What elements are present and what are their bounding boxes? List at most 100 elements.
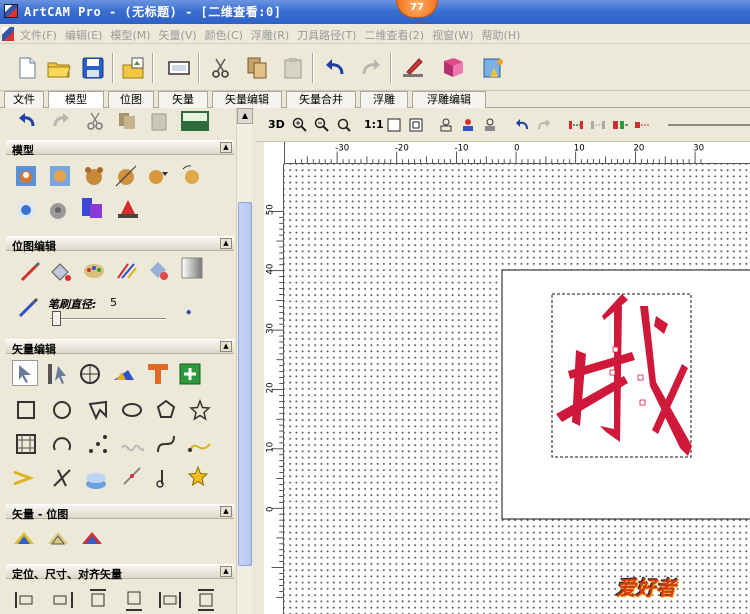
view-3d-button[interactable]: 3D bbox=[268, 118, 285, 131]
star-icon[interactable] bbox=[188, 398, 212, 422]
section-bitmap-edit[interactable]: 位图编辑 ▲ bbox=[6, 236, 234, 253]
node-snap-icon[interactable] bbox=[568, 117, 584, 133]
weave-icon[interactable] bbox=[14, 432, 38, 456]
redo-icon[interactable] bbox=[358, 55, 384, 81]
wizard-icon[interactable] bbox=[480, 55, 506, 81]
undo-icon[interactable] bbox=[16, 110, 38, 132]
tab-vector[interactable]: 矢量 bbox=[158, 91, 208, 108]
node-edit-icon[interactable] bbox=[46, 362, 70, 386]
select-arrow-icon[interactable] bbox=[12, 360, 38, 386]
cut-icon[interactable] bbox=[84, 110, 106, 132]
relief-from-image-icon[interactable] bbox=[14, 164, 38, 188]
trim-icon[interactable] bbox=[50, 466, 74, 490]
polygon-icon[interactable] bbox=[154, 398, 178, 422]
draw-pen-icon[interactable] bbox=[400, 55, 426, 81]
tab-bitmap[interactable]: 位图 bbox=[108, 91, 154, 108]
guide-snap-icon[interactable] bbox=[612, 117, 628, 133]
new-file-icon[interactable] bbox=[14, 55, 40, 81]
spline-icon[interactable] bbox=[188, 432, 212, 456]
save-icon[interactable] bbox=[80, 55, 106, 81]
relief-bitmap-icon[interactable] bbox=[48, 164, 72, 188]
panel-scrollbar[interactable]: ▲ bbox=[236, 108, 253, 614]
color-blocks-icon[interactable] bbox=[80, 196, 104, 220]
rectangle-icon[interactable] bbox=[14, 398, 38, 422]
align-top-icon[interactable] bbox=[86, 588, 110, 612]
zoom-out-icon[interactable] bbox=[314, 117, 330, 133]
scroll-up-icon[interactable]: ▲ bbox=[237, 108, 253, 124]
paste-icon[interactable] bbox=[148, 110, 170, 132]
bear-shift-icon[interactable] bbox=[146, 164, 170, 188]
section-model[interactable]: 模型 ▲ bbox=[6, 140, 234, 157]
copy-icon[interactable] bbox=[116, 110, 138, 132]
frame-select-icon[interactable] bbox=[166, 55, 192, 81]
undo-icon[interactable] bbox=[322, 55, 348, 81]
vector-to-bitmap-icon[interactable] bbox=[46, 526, 70, 550]
wave-icon[interactable] bbox=[120, 434, 144, 458]
centre-snap-icon[interactable] bbox=[634, 117, 650, 133]
bear-gray-icon[interactable] bbox=[46, 198, 70, 222]
bear-scale-icon[interactable] bbox=[114, 164, 138, 188]
align-left-icon[interactable] bbox=[14, 588, 38, 612]
bitmap-to-vector-icon[interactable] bbox=[12, 526, 36, 550]
section-position-size-align[interactable]: 定位、尺寸、对齐矢量 ▲ bbox=[6, 564, 234, 581]
cross-section-icon[interactable] bbox=[116, 196, 140, 220]
multi-brush-icon[interactable] bbox=[114, 258, 138, 282]
collapse-icon[interactable]: ▲ bbox=[220, 142, 232, 153]
align-bottom-icon[interactable] bbox=[122, 588, 146, 612]
bear-model-icon[interactable] bbox=[82, 164, 106, 188]
menu-window[interactable]: 视窗(W) bbox=[430, 26, 479, 44]
zoom-box-icon[interactable] bbox=[386, 117, 402, 133]
gradient-icon[interactable] bbox=[180, 256, 204, 280]
section-vector-bitmap[interactable]: 矢量 - 位图 ▲ bbox=[6, 504, 234, 521]
layer-toggle-icon[interactable] bbox=[438, 117, 454, 133]
view-slider-track[interactable] bbox=[668, 124, 750, 126]
star-sparkle-icon[interactable] bbox=[186, 464, 210, 488]
menu-model[interactable]: 模型(M) bbox=[108, 26, 156, 44]
center-horizontal-icon[interactable] bbox=[158, 588, 182, 612]
import-image-icon[interactable] bbox=[120, 55, 146, 81]
cut-icon[interactable] bbox=[208, 55, 234, 81]
bear-rotate-icon[interactable] bbox=[180, 164, 204, 188]
bitmap-outline-icon[interactable] bbox=[80, 526, 104, 550]
collapse-icon[interactable]: ▲ bbox=[220, 506, 232, 517]
tab-vector-edit[interactable]: 矢量编辑 bbox=[212, 91, 282, 108]
color-palette-icon[interactable] bbox=[82, 258, 106, 282]
tab-file[interactable]: 文件 bbox=[4, 91, 44, 108]
relief-center-icon[interactable] bbox=[14, 198, 38, 222]
drawing-canvas[interactable] bbox=[284, 164, 750, 614]
copy-icon[interactable] bbox=[244, 55, 270, 81]
color-layer-icon[interactable] bbox=[460, 117, 476, 133]
menu-vector[interactable]: 矢量(V) bbox=[157, 26, 203, 44]
menu-relief[interactable]: 浮雕(R) bbox=[249, 26, 295, 44]
brush-diameter-slider[interactable] bbox=[50, 318, 166, 320]
transform-icon[interactable] bbox=[78, 362, 102, 386]
menu-2d-view[interactable]: 二维查看(2) bbox=[362, 26, 430, 44]
zoom-extents-icon[interactable] bbox=[408, 117, 424, 133]
add-vector-icon[interactable] bbox=[178, 362, 202, 386]
view-undo-icon[interactable] bbox=[514, 117, 530, 133]
collapse-icon[interactable]: ▲ bbox=[220, 238, 232, 249]
book-icon[interactable] bbox=[440, 55, 466, 81]
redo-icon[interactable] bbox=[50, 110, 72, 132]
tab-model[interactable]: 模型 bbox=[48, 91, 104, 108]
scrollbar-thumb[interactable] bbox=[238, 202, 252, 566]
bitmap-layer-icon[interactable] bbox=[482, 117, 498, 133]
ellipse-icon[interactable] bbox=[120, 398, 144, 422]
paste-icon[interactable] bbox=[280, 55, 306, 81]
fill-bucket-icon[interactable] bbox=[48, 260, 72, 284]
paint-brush-icon[interactable] bbox=[18, 260, 42, 284]
grid-snap-icon[interactable] bbox=[590, 117, 606, 133]
vector-bitmap-icon[interactable] bbox=[112, 362, 136, 386]
text-tool-icon[interactable] bbox=[146, 362, 170, 386]
tab-vector-merge[interactable]: 矢量合并 bbox=[286, 91, 356, 108]
menu-app-icon[interactable] bbox=[2, 27, 14, 41]
collapse-icon[interactable]: ▲ bbox=[220, 566, 232, 577]
menu-color[interactable]: 颜色(C) bbox=[203, 26, 249, 44]
section-vector-edit[interactable]: 矢量编辑 ▲ bbox=[6, 339, 234, 356]
arrow-shape-icon[interactable] bbox=[12, 466, 36, 490]
tab-relief[interactable]: 浮雕 bbox=[360, 91, 408, 108]
polyline-icon[interactable] bbox=[86, 398, 110, 422]
abc-text-icon[interactable] bbox=[180, 110, 210, 132]
open-folder-icon[interactable] bbox=[46, 55, 72, 81]
music-note-icon[interactable] bbox=[152, 466, 176, 490]
